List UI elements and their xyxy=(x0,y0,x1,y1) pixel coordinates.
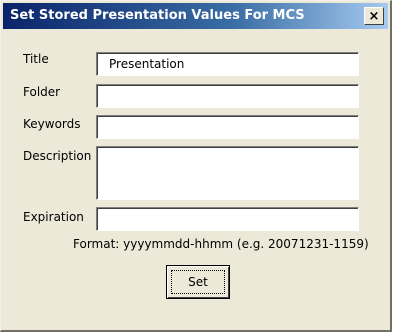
folder-label: Folder xyxy=(23,85,61,99)
close-icon: × xyxy=(368,8,380,24)
format-hint: Format: yyyymmdd-hhmm (e.g. 20071231-115… xyxy=(73,237,369,251)
description-label: Description xyxy=(23,149,92,163)
description-field[interactable] xyxy=(96,146,359,200)
set-button[interactable]: Set xyxy=(166,265,230,299)
close-button[interactable]: × xyxy=(364,7,384,25)
dialog-window: Set Stored Presentation Values For MCS ×… xyxy=(0,0,392,332)
focus-rectangle xyxy=(171,270,225,294)
expiration-label: Expiration xyxy=(23,210,84,224)
keywords-field[interactable] xyxy=(96,115,359,139)
title-field[interactable] xyxy=(96,52,359,76)
title-bar[interactable]: Set Stored Presentation Values For MCS × xyxy=(3,3,388,29)
keywords-label: Keywords xyxy=(23,117,81,131)
dialog-title: Set Stored Presentation Values For MCS xyxy=(10,8,305,23)
folder-field[interactable] xyxy=(96,84,359,108)
title-label: Title xyxy=(23,52,49,66)
expiration-field[interactable] xyxy=(96,207,359,231)
